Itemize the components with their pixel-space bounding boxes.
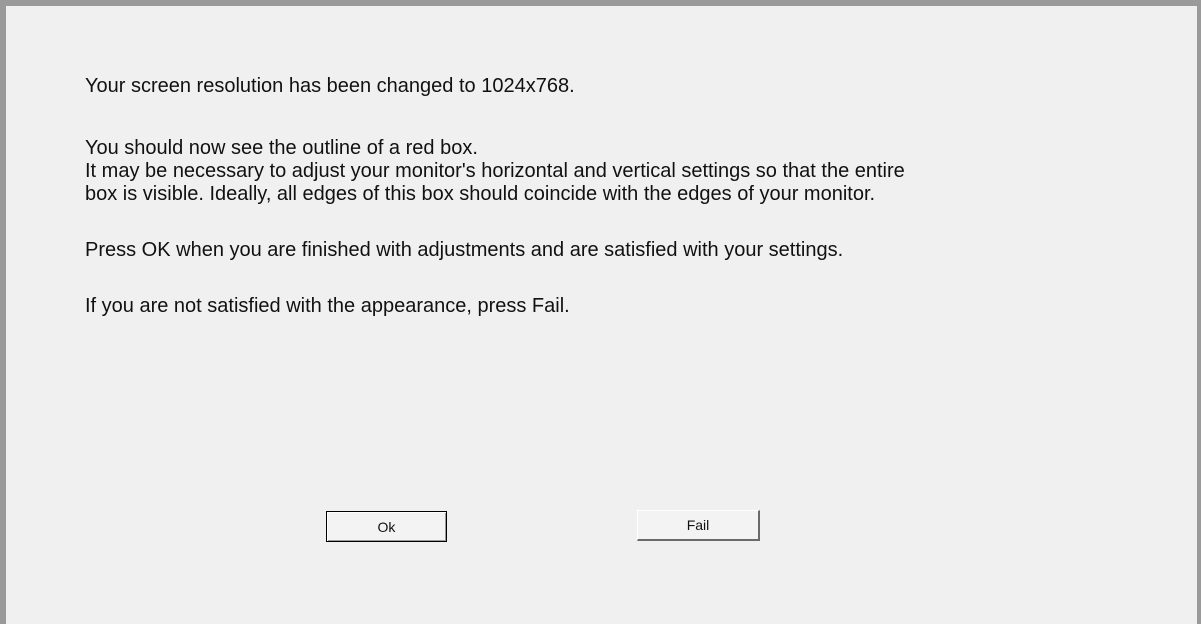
adjust-settings-text: It may be necessary to adjust your monit… — [85, 160, 905, 182]
resolution-changed-text: Your screen resolution has been changed … — [85, 75, 575, 97]
press-fail-text: If you are not satisfied with the appear… — [85, 295, 570, 317]
ok-button[interactable]: Ok — [326, 511, 447, 542]
fail-button[interactable]: Fail — [637, 510, 760, 541]
resolution-test-dialog: Your screen resolution has been changed … — [0, 0, 1201, 624]
press-ok-text: Press OK when you are finished with adju… — [85, 239, 844, 261]
box-visible-text: box is visible. Ideally, all edges of th… — [85, 183, 876, 205]
red-box-text: You should now see the outline of a red … — [85, 137, 478, 159]
